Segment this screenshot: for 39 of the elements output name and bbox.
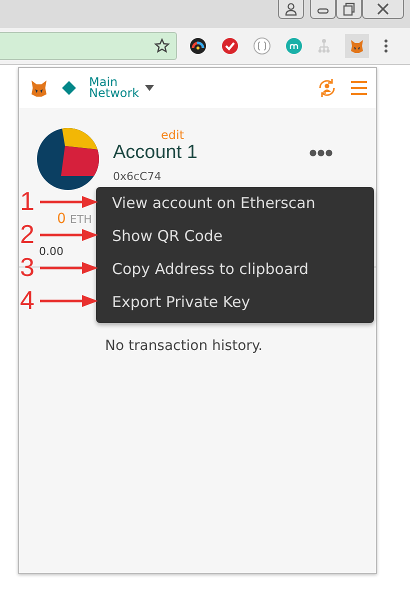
annotation-arrow bbox=[40, 260, 98, 274]
braces-icon[interactable] bbox=[253, 37, 271, 55]
menu-icon[interactable] bbox=[350, 80, 368, 96]
restore-button[interactable] bbox=[336, 0, 362, 19]
annotation-number: 3 bbox=[20, 252, 36, 283]
gauge-icon[interactable] bbox=[189, 37, 207, 55]
account-address: 0x6cC74 bbox=[113, 170, 162, 183]
letter-m-icon[interactable] bbox=[285, 37, 303, 55]
account-switch-icon[interactable] bbox=[316, 78, 338, 98]
close-button[interactable] bbox=[362, 0, 404, 19]
fox-icon bbox=[349, 38, 365, 54]
restore-icon bbox=[342, 2, 356, 16]
close-icon bbox=[376, 2, 390, 16]
annotation-number: 4 bbox=[20, 285, 36, 316]
star-icon[interactable] bbox=[154, 38, 170, 54]
menu-item[interactable]: Copy Address to clipboard bbox=[96, 253, 374, 286]
empty-history-text: No transaction history. bbox=[105, 338, 264, 354]
checkmark-icon[interactable] bbox=[221, 37, 239, 55]
annotation-arrow bbox=[40, 294, 98, 308]
minimize-button[interactable] bbox=[310, 0, 336, 19]
account-name: Account 1 bbox=[113, 142, 198, 164]
more-vertical-icon[interactable] bbox=[383, 38, 389, 54]
diamond-icon bbox=[61, 80, 77, 96]
more-options-icon[interactable] bbox=[309, 149, 333, 157]
caret-icon bbox=[145, 85, 154, 91]
profile-button[interactable] bbox=[278, 0, 304, 19]
menu-item[interactable]: Export Private Key bbox=[96, 286, 374, 319]
balance-amount: 0 bbox=[57, 211, 66, 227]
annotation-arrow bbox=[40, 228, 98, 242]
fox-logo-icon bbox=[29, 78, 49, 98]
balance-unit: ETH bbox=[70, 213, 92, 226]
network-selector[interactable]: Main Network bbox=[89, 77, 154, 99]
fiat-balance: 0.00 bbox=[39, 245, 64, 258]
menu-item[interactable]: Show QR Code bbox=[96, 220, 374, 253]
annotation-arrow bbox=[40, 194, 98, 208]
annotation-number: 2 bbox=[20, 219, 36, 250]
menu-item[interactable]: View account on Etherscan bbox=[96, 187, 374, 220]
annotation-number: 1 bbox=[20, 186, 36, 217]
person-icon bbox=[284, 2, 298, 16]
